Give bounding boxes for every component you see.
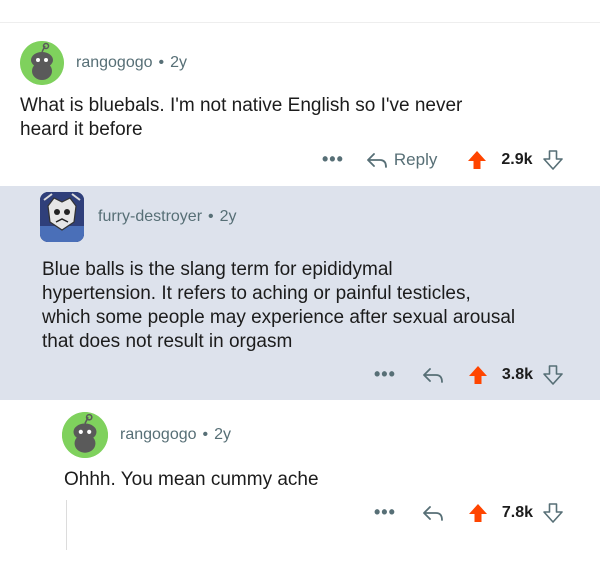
downvote-button[interactable] [543, 502, 563, 523]
reply-icon [423, 367, 443, 383]
reply-button[interactable]: Reply [366, 150, 437, 170]
avatar[interactable] [62, 412, 108, 458]
comment-3: rangogogo • 2y Ohhh. You mean cummy ache… [0, 400, 600, 571]
separator-dot: • [158, 54, 165, 71]
comment-body: What is bluebals. I'm not native English… [20, 95, 463, 140]
snoo-avatar-icon [20, 41, 64, 85]
comment-2: furry-destroyer • 2y Blue balls is the s… [0, 186, 600, 400]
more-options-button[interactable]: ••• [374, 364, 396, 385]
reply-icon [423, 505, 443, 521]
comment-actions: ••• 3.8k [374, 364, 563, 385]
downvote-button[interactable] [543, 364, 563, 385]
comment-1: rangogogo • 2y What is bluebals. I'm not… [0, 23, 600, 186]
avatar[interactable] [40, 192, 84, 242]
username[interactable]: rangogogo [76, 54, 153, 72]
downvote-arrow-icon [543, 364, 563, 385]
reply-button[interactable] [422, 366, 444, 384]
comment-body: Ohhh. You mean cummy ache [64, 469, 319, 490]
vote-score: 2.9k [501, 150, 533, 168]
comment-actions: ••• 7.8k [374, 502, 563, 523]
username[interactable]: rangogogo [120, 426, 197, 444]
upvote-arrow-icon [468, 503, 487, 522]
reply-label: Reply [393, 149, 438, 169]
comment-header: rangogogo • 2y [62, 412, 231, 458]
timestamp: 2y [214, 426, 232, 443]
avatar[interactable] [20, 41, 64, 85]
upvote-button[interactable] [467, 150, 487, 170]
downvote-arrow-icon [542, 149, 563, 170]
upvote-arrow-icon [468, 365, 487, 384]
vote-score: 3.8k [501, 365, 534, 383]
upvote-arrow-icon [468, 150, 487, 169]
more-options-button[interactable]: ••• [374, 502, 396, 523]
separator-dot: • [208, 208, 214, 225]
username[interactable]: furry-destroyer [98, 208, 202, 226]
comment-header: furry-destroyer • 2y [40, 192, 237, 242]
downvote-button[interactable] [542, 149, 563, 170]
timestamp: 2y [219, 208, 237, 225]
custom-avatar-icon [40, 192, 84, 242]
timestamp: 2y [170, 54, 188, 71]
comment-body: Blue balls is the slang term for epididy… [42, 259, 516, 352]
separator-dot: • [202, 426, 209, 443]
comment-actions: ••• Reply 2.9k [322, 149, 563, 170]
upvote-button[interactable] [468, 365, 488, 385]
reply-button[interactable] [422, 504, 444, 522]
reply-icon [367, 152, 387, 168]
upvote-button[interactable] [468, 503, 488, 523]
snoo-avatar-icon [62, 412, 108, 458]
downvote-arrow-icon [543, 502, 563, 523]
vote-score: 7.8k [501, 503, 534, 521]
comment-header: rangogogo • 2y [20, 41, 187, 85]
more-options-button[interactable]: ••• [322, 149, 344, 170]
